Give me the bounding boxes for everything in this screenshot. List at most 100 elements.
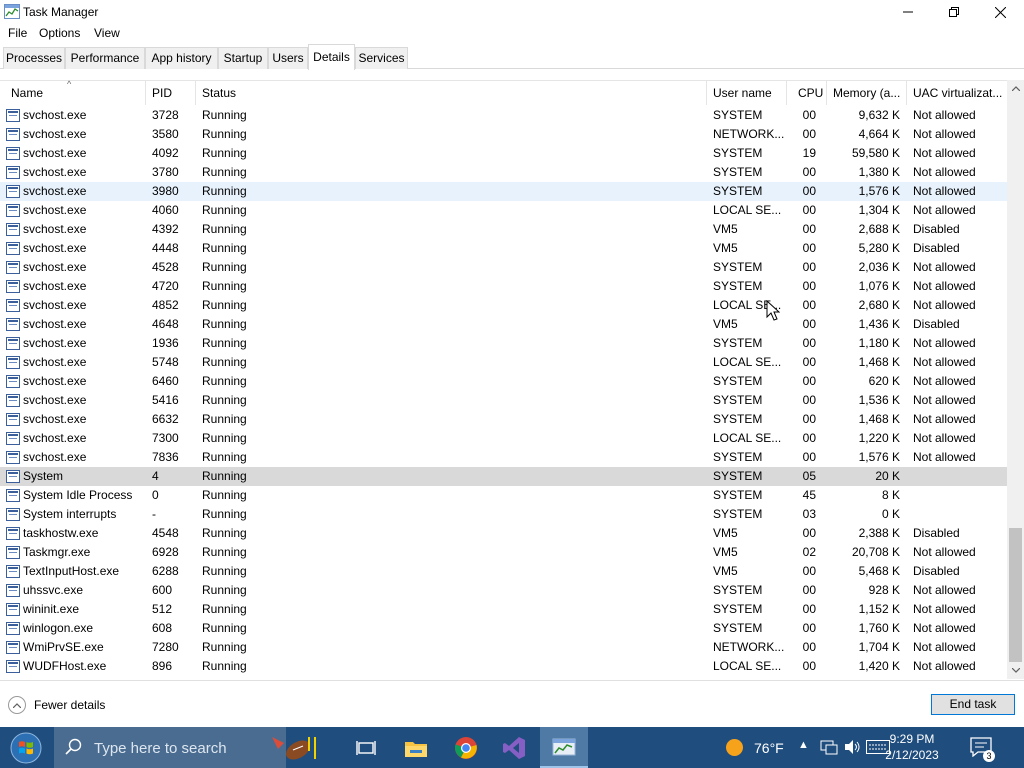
tab-users[interactable]: Users xyxy=(268,47,308,69)
table-row[interactable]: svchost.exe 4648 Running VM5 00 1,436 K Disabl… xyxy=(0,315,1007,334)
file-explorer-button[interactable] xyxy=(392,727,440,768)
scrollbar-thumb[interactable] xyxy=(1009,528,1022,662)
process-name: taskhostw.exe xyxy=(23,526,99,540)
process-memory: 1,576 K xyxy=(858,450,900,464)
taskbar-search-box[interactable]: Type here to search xyxy=(54,727,316,768)
menu-view[interactable]: View xyxy=(92,26,122,40)
table-row[interactable]: svchost.exe 6460 Running SYSTEM 00 620 K Not a… xyxy=(0,372,1007,391)
process-memory: 1,304 K xyxy=(858,203,900,217)
window-title: Task Manager xyxy=(23,5,99,19)
tab-app-history[interactable]: App history xyxy=(145,47,218,69)
tab-startup[interactable]: Startup xyxy=(218,47,268,69)
process-name: svchost.exe xyxy=(23,222,87,236)
tab-details[interactable]: Details xyxy=(308,44,355,70)
table-row[interactable]: svchost.exe 4720 Running SYSTEM 00 1,076 K Not… xyxy=(0,277,1007,296)
column-header-uac[interactable]: UAC virtualizat... xyxy=(907,81,1007,105)
table-row[interactable]: System 4 Running SYSTEM 05 20 K xyxy=(0,467,1007,486)
close-button[interactable] xyxy=(977,0,1023,24)
task-view-button[interactable] xyxy=(342,727,390,768)
table-row[interactable]: taskhostw.exe 4548 Running VM5 00 2,388 K Disa… xyxy=(0,524,1007,543)
table-row[interactable]: winlogon.exe 608 Running SYSTEM 00 1,760 K Not… xyxy=(0,619,1007,638)
start-button[interactable] xyxy=(0,727,52,768)
process-pid: 4060 xyxy=(152,203,179,217)
tab-performance[interactable]: Performance xyxy=(65,47,145,69)
table-row[interactable]: svchost.exe 5748 Running LOCAL SE... 00 1,468… xyxy=(0,353,1007,372)
table-row[interactable]: uhssvc.exe 600 Running SYSTEM 00 928 K Not all… xyxy=(0,581,1007,600)
table-row[interactable]: svchost.exe 4392 Running VM5 00 2,688 K Disabl… xyxy=(0,220,1007,239)
restore-button[interactable] xyxy=(931,0,977,24)
table-row[interactable]: System interrupts - Running SYSTEM 03 0 K xyxy=(0,505,1007,524)
menu-file[interactable]: File xyxy=(6,26,29,40)
process-status: Running xyxy=(202,279,247,293)
process-pid: 1936 xyxy=(152,336,179,350)
table-row[interactable]: svchost.exe 3580 Running NETWORK... 00 4,664 … xyxy=(0,125,1007,144)
column-header-pid[interactable]: PID xyxy=(146,81,196,105)
table-row[interactable]: svchost.exe 1936 Running SYSTEM 00 1,180 K Not… xyxy=(0,334,1007,353)
show-hidden-icons-chevron[interactable]: ▲ xyxy=(798,739,809,751)
process-cpu: 00 xyxy=(802,203,816,217)
process-pid: 896 xyxy=(152,659,173,673)
table-row[interactable]: System Idle Process 0 Running SYSTEM 45 8 K xyxy=(0,486,1007,505)
process-icon xyxy=(6,337,20,350)
table-row[interactable]: Taskmgr.exe 6928 Running VM5 02 20,708 K Not a… xyxy=(0,543,1007,562)
minimize-button[interactable] xyxy=(885,0,931,24)
table-row[interactable]: svchost.exe 4528 Running SYSTEM 00 2,036 K Not… xyxy=(0,258,1007,277)
process-user-name: SYSTEM xyxy=(713,184,763,198)
process-uac: Not allowed xyxy=(913,450,976,464)
column-header-user-name[interactable]: User name xyxy=(707,81,787,105)
fewer-details-link[interactable]: Fewer details xyxy=(34,698,105,712)
visual-studio-button[interactable] xyxy=(490,727,538,768)
column-header-cpu[interactable]: CPU xyxy=(792,81,827,105)
network-icon[interactable] xyxy=(820,738,838,756)
process-uac xyxy=(913,505,1005,524)
weather-widget[interactable]: 76°F xyxy=(720,727,798,768)
table-row[interactable]: WmiPrvSE.exe 7280 Running NETWORK... 00 1,704… xyxy=(0,638,1007,657)
process-list: svchost.exe 3728 Running SYSTEM 00 9,632 K Not… xyxy=(0,106,1007,681)
process-cpu: 00 xyxy=(802,317,816,331)
process-status: Running xyxy=(202,260,247,274)
table-row[interactable]: svchost.exe 3728 Running SYSTEM 00 9,632 K Not… xyxy=(0,106,1007,125)
table-row[interactable]: wininit.exe 512 Running SYSTEM 00 1,152 K Not … xyxy=(0,600,1007,619)
table-row[interactable]: svchost.exe 3780 Running SYSTEM 00 1,380 K Not… xyxy=(0,163,1007,182)
column-header-row: ^ Name PID Status User name CPU Memory (… xyxy=(0,79,1007,105)
table-row[interactable]: svchost.exe 3980 Running SYSTEM 00 1,576 K Not… xyxy=(0,182,1007,201)
process-pid: 7836 xyxy=(152,450,179,464)
process-memory: 1,468 K xyxy=(858,355,900,369)
process-uac: Not allowed xyxy=(913,659,976,673)
column-header-status[interactable]: Status xyxy=(196,81,707,105)
process-name: System xyxy=(23,469,64,483)
process-pid: 3780 xyxy=(152,165,179,179)
table-row[interactable]: svchost.exe 6632 Running SYSTEM 00 1,468 K Not… xyxy=(0,410,1007,429)
table-row[interactable]: svchost.exe 7300 Running LOCAL SE... 00 1,220… xyxy=(0,429,1007,448)
process-name: svchost.exe xyxy=(23,450,87,464)
volume-icon[interactable] xyxy=(843,738,861,756)
process-pid: 5748 xyxy=(152,355,179,369)
process-name: svchost.exe xyxy=(23,203,87,217)
column-header-memory[interactable]: Memory (a... xyxy=(827,81,907,105)
process-pid: 7300 xyxy=(152,431,179,445)
table-row[interactable]: WUDFHost.exe 896 Running LOCAL SE... 00 1,420… xyxy=(0,657,1007,676)
table-row[interactable]: svchost.exe 4060 Running LOCAL SE... 00 1,304… xyxy=(0,201,1007,220)
chrome-button[interactable] xyxy=(442,727,490,768)
process-cpu: 00 xyxy=(802,583,816,597)
column-header-name[interactable]: Name xyxy=(5,81,146,105)
end-task-button[interactable]: End task xyxy=(931,694,1015,715)
chevron-up-circle-icon[interactable] xyxy=(8,696,26,714)
table-row[interactable]: svchost.exe 5416 Running SYSTEM 00 1,536 K Not… xyxy=(0,391,1007,410)
scroll-up-arrow[interactable] xyxy=(1007,80,1024,97)
table-row[interactable]: TextInputHost.exe 6288 Running VM5 00 5,468 K… xyxy=(0,562,1007,581)
process-status: Running xyxy=(202,412,247,426)
scroll-down-arrow[interactable] xyxy=(1007,662,1024,679)
menu-options[interactable]: Options xyxy=(37,26,82,40)
tab-services[interactable]: Services xyxy=(355,47,408,69)
vertical-scrollbar[interactable] xyxy=(1007,80,1024,679)
process-icon xyxy=(6,451,20,464)
taskbar-clock[interactable]: 9:29 PM 2/12/2023 xyxy=(870,731,954,763)
table-row[interactable]: svchost.exe 4448 Running VM5 00 5,280 K Disabl… xyxy=(0,239,1007,258)
table-row[interactable]: svchost.exe 4852 Running LOCAL SE... 00 2,680… xyxy=(0,296,1007,315)
table-row[interactable]: svchost.exe 7836 Running SYSTEM 00 1,576 K Not… xyxy=(0,448,1007,467)
tab-processes[interactable]: Processes xyxy=(3,47,65,69)
process-memory: 5,280 K xyxy=(858,241,900,255)
table-row[interactable]: svchost.exe 4092 Running SYSTEM 19 59,580 K No… xyxy=(0,144,1007,163)
task-manager-taskbar-button[interactable] xyxy=(540,727,588,768)
